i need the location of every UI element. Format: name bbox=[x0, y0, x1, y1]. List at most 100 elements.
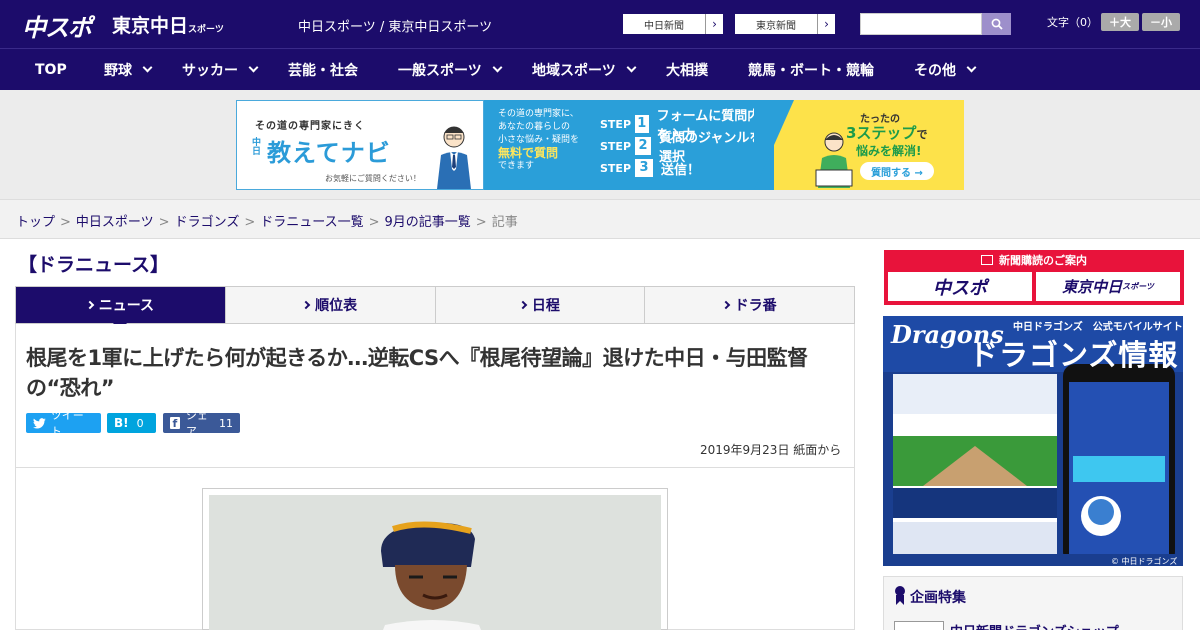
feature-title: 企画特集 bbox=[910, 590, 966, 606]
oshiete-navi-banner[interactable]: その道の専門家にきく 中日 教えてナビ お気軽にご質問ください！ その道の専門家… bbox=[236, 100, 964, 190]
tokyo-chunichi-logo[interactable]: 東京中日スポーツ bbox=[112, 11, 224, 38]
banner-right-panel: たったの 3ステップで 悩みを解消! 質問する → bbox=[754, 100, 964, 190]
newspaper-icon bbox=[981, 255, 993, 265]
feature-box: 企画特集 中日新聞ドラゴンズショップ bbox=[883, 576, 1183, 630]
step-number: 3 bbox=[635, 159, 654, 177]
breadcrumb-link-dragons[interactable]: ドラゴンズ bbox=[175, 215, 240, 230]
advisor-illustration-icon bbox=[437, 126, 471, 189]
breadcrumb-link-dora-news[interactable]: ドラニュース一覧 bbox=[260, 215, 363, 230]
chuspo-logo[interactable]: 中スポ bbox=[22, 8, 92, 43]
chevron-right-icon bbox=[301, 300, 311, 310]
banner-right-steps: 3ステップ bbox=[846, 124, 917, 142]
chevron-right-icon: › bbox=[817, 14, 835, 34]
share-count: 11 bbox=[219, 416, 233, 430]
article-headline: 根尾を1軍に上げたら何が起きるか…逆転CSへ『根尾待望論』退けた中日・与田監督の… bbox=[26, 346, 808, 400]
breadcrumb-current: 記事 bbox=[491, 215, 518, 230]
step-text: 送信！ bbox=[661, 162, 701, 178]
dragons-mobile-ad[interactable]: Dragons 中日ドラゴンズ 公式モバイルサイト ドラゴンズ情報 © 中日ドラ… bbox=[883, 316, 1183, 566]
tokyo-chunichi-sub: スポーツ bbox=[1122, 282, 1154, 291]
search-icon bbox=[991, 18, 1003, 30]
tab-standings[interactable]: 順位表 bbox=[224, 287, 435, 323]
facebook-share-button[interactable]: f シェア 11 bbox=[163, 409, 240, 438]
banner-middle-panel: その道の専門家に、 あなたの暮らしの 小さな悩み・疑問を 無料で質問 できます … bbox=[484, 100, 774, 190]
banner-tagline: その道の専門家にきく bbox=[255, 121, 365, 132]
feature-thumbnail[interactable] bbox=[894, 621, 944, 630]
nav-label: サッカー bbox=[182, 62, 238, 79]
banner-right-text-2: 3ステップで bbox=[846, 122, 927, 143]
hatena-bookmark-button[interactable]: B! 0 bbox=[107, 413, 156, 433]
nav-item-top[interactable]: TOP bbox=[35, 49, 67, 90]
tab-label: ニュース bbox=[98, 298, 155, 314]
hatena-icon: B! bbox=[114, 416, 129, 430]
nav-item-racing[interactable]: 競馬・ボート・競輪 bbox=[748, 49, 874, 90]
subscribe-chuspo-button[interactable]: 中スポ bbox=[888, 272, 1032, 301]
hatena-count: 0 bbox=[136, 416, 144, 430]
breadcrumb-link-chunichi-sports[interactable]: 中日スポーツ bbox=[76, 215, 154, 230]
step-label: STEP bbox=[600, 161, 632, 175]
banner-title: 教えてナビ bbox=[267, 139, 391, 167]
article-photo bbox=[209, 495, 661, 630]
search-button[interactable] bbox=[982, 13, 1011, 35]
breadcrumb-separator: > bbox=[368, 215, 380, 230]
banner-right-de: で bbox=[916, 128, 928, 141]
tab-schedule[interactable]: 日程 bbox=[434, 287, 645, 323]
tweet-button[interactable]: ツイート bbox=[26, 409, 101, 438]
nav-label: 一般スポーツ bbox=[398, 62, 482, 79]
nav-item-other[interactable]: その他 bbox=[914, 49, 977, 90]
nav-item-sumo[interactable]: 大相撲 bbox=[666, 49, 708, 90]
main-nav: TOP 野球 サッカー 芸能・社会 一般スポーツ 地域スポーツ 大相撲 競馬・ボ… bbox=[0, 48, 1200, 90]
font-size-label: 文字（0） bbox=[1047, 16, 1098, 29]
ribbon-badge-icon bbox=[895, 586, 905, 605]
banner-right-text-3: 悩みを解消! bbox=[856, 144, 922, 158]
chevron-right-icon: › bbox=[705, 14, 723, 34]
subscribe-tokyo-chunichi-button[interactable]: 東京中日 スポーツ bbox=[1036, 272, 1180, 301]
breadcrumb-link-september[interactable]: 9月の記事一覧 bbox=[385, 215, 471, 230]
tab-news[interactable]: ニュース bbox=[16, 287, 225, 331]
nav-label: TOP bbox=[35, 61, 67, 78]
dragons-ad-title: ドラゴンズ情報 bbox=[969, 338, 1179, 372]
article-divider bbox=[16, 467, 854, 468]
breadcrumb-link-top[interactable]: トップ bbox=[16, 215, 55, 230]
article-date: 2019年9月23日 紙面から bbox=[700, 443, 842, 457]
tab-label: ドラ番 bbox=[734, 298, 777, 314]
banner-step-3: STEP 3 送信！ bbox=[600, 158, 700, 178]
nav-label: 競馬・ボート・競輪 bbox=[748, 62, 874, 79]
banner-small-label: 中日 bbox=[250, 137, 260, 155]
nav-item-local-sports[interactable]: 地域スポーツ bbox=[532, 49, 637, 90]
top-header: 中スポ 東京中日スポーツ 中日スポーツ / 東京中日スポーツ 中日新聞 › 東京… bbox=[0, 0, 1200, 48]
banner-free-highlight: 無料で質問 bbox=[498, 146, 559, 160]
chevron-right-icon bbox=[518, 300, 528, 310]
nav-item-baseball[interactable]: 野球 bbox=[104, 49, 153, 90]
nav-label: 野球 bbox=[104, 62, 132, 79]
tab-dora-ban[interactable]: ドラ番 bbox=[644, 287, 854, 323]
font-bigger-button[interactable]: ＋大 bbox=[1101, 13, 1139, 31]
banner-left-panel: その道の専門家にきく 中日 教えてナビ お気軽にご質問ください！ bbox=[236, 100, 484, 190]
banner-step-2: STEP 2 質問のジャンルを選択 bbox=[600, 131, 774, 165]
banner-desc-line: あなたの暮らしの bbox=[498, 122, 571, 132]
nav-item-general-sports[interactable]: 一般スポーツ bbox=[398, 49, 503, 90]
feature-link-dragons-shop[interactable]: 中日新聞ドラゴンズショップ bbox=[950, 621, 1119, 630]
banner-desc-line: できます bbox=[498, 161, 535, 171]
step-number: 2 bbox=[635, 137, 652, 155]
tokyo-shimbun-link[interactable]: 東京新聞 › bbox=[734, 13, 836, 35]
tokyo-logo-text: 東京中日 bbox=[112, 15, 189, 37]
chunichi-shimbun-link[interactable]: 中日新聞 › bbox=[622, 13, 724, 35]
chunichi-link-label: 中日新聞 bbox=[644, 20, 684, 32]
news-tabs: ニュース 順位表 日程 ドラ番 bbox=[15, 286, 855, 331]
font-smaller-button[interactable]: －小 bbox=[1142, 13, 1180, 31]
twitter-icon bbox=[33, 417, 46, 429]
chevron-down-icon bbox=[248, 62, 259, 72]
nav-item-soccer[interactable]: サッカー bbox=[182, 49, 259, 90]
site-title: 中日スポーツ / 東京中日スポーツ bbox=[298, 20, 493, 35]
tokyo-logo-sub: スポーツ bbox=[188, 25, 224, 35]
chevron-down-icon bbox=[966, 62, 977, 72]
chevron-down-icon bbox=[492, 62, 503, 72]
subscribe-banner: 新聞購読のご案内 中スポ 東京中日 スポーツ bbox=[884, 250, 1184, 305]
banner-ask-button[interactable]: 質問する → bbox=[860, 162, 934, 180]
banner-desc-line: その道の専門家に、 bbox=[498, 109, 579, 119]
search-input[interactable] bbox=[860, 13, 982, 35]
nav-label: その他 bbox=[914, 62, 956, 79]
ad-banner-area: その道の専門家にきく 中日 教えてナビ お気軽にご質問ください！ その道の専門家… bbox=[0, 90, 1200, 200]
banner-description: その道の専門家に、 あなたの暮らしの 小さな悩み・疑問を 無料で質問 できます bbox=[498, 108, 579, 173]
nav-item-entertainment[interactable]: 芸能・社会 bbox=[288, 49, 358, 90]
